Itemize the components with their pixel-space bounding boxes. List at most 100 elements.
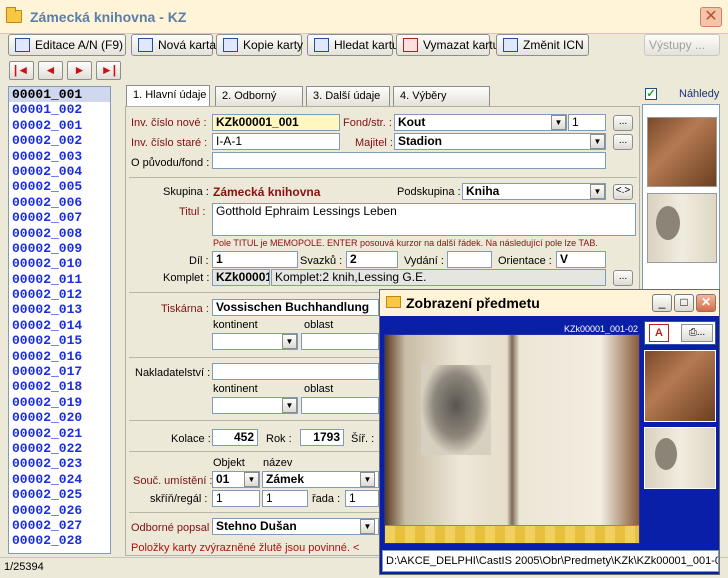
inv-new-field[interactable]: KZk00001_001 bbox=[212, 114, 340, 131]
owner-browse-button[interactable]: ... bbox=[613, 134, 633, 150]
year-field[interactable]: 1793 bbox=[300, 429, 344, 446]
copy-card-button[interactable]: Kopie karty bbox=[216, 34, 303, 56]
fond-dropdown[interactable]: ▼ bbox=[551, 115, 566, 130]
shelf2-field[interactable]: 1 bbox=[262, 490, 308, 507]
list-item[interactable]: 00002_019 bbox=[9, 395, 110, 410]
close-button[interactable]: ✕ bbox=[700, 7, 722, 27]
tab-other[interactable]: 3. Další údaje bbox=[306, 86, 390, 106]
origin-field[interactable] bbox=[212, 152, 606, 169]
minimize-button[interactable]: _ bbox=[652, 294, 672, 312]
delete-card-button[interactable]: Vymazat kartu bbox=[396, 34, 499, 56]
printer-continent-dropdown[interactable]: ▼ bbox=[282, 334, 297, 349]
first-record-button[interactable]: |◄ bbox=[9, 61, 34, 80]
subgroup-dropdown[interactable]: ▼ bbox=[590, 184, 605, 199]
tab-main[interactable]: 1. Hlavní údaje bbox=[126, 85, 210, 107]
publisher-continent-dropdown[interactable]: ▼ bbox=[282, 398, 297, 413]
publisher-region-field[interactable] bbox=[301, 397, 379, 414]
edit-icon bbox=[15, 38, 30, 52]
popup-thumbnail-image[interactable] bbox=[644, 427, 716, 489]
change-icn-button[interactable]: Změnit ICN bbox=[496, 34, 589, 56]
find-card-button[interactable]: Hledat kartu bbox=[307, 34, 399, 56]
list-item[interactable]: 00002_009 bbox=[9, 241, 110, 256]
object-dropdown[interactable]: ▼ bbox=[244, 472, 259, 487]
fond-field[interactable]: Kout bbox=[394, 114, 567, 131]
subgroup-switch-button[interactable]: <.> bbox=[613, 184, 633, 200]
fond-browse-button[interactable]: ... bbox=[613, 115, 633, 131]
window-title: Zámecká knihovna - KZ bbox=[30, 9, 187, 25]
subgroup-field[interactable]: Kniha bbox=[462, 183, 606, 200]
record-list[interactable]: 00001_001 00001_002 00002_001 00002_002 0000… bbox=[8, 86, 111, 554]
set-desc-field: Komplet:2 knih,Lessing G.E. bbox=[271, 269, 606, 286]
maximize-button[interactable]: □ bbox=[674, 294, 694, 312]
printer-label: Tiskárna : bbox=[161, 303, 209, 315]
part-field[interactable]: 1 bbox=[212, 251, 298, 268]
fond-str-field[interactable]: 1 bbox=[568, 114, 606, 131]
list-item[interactable]: 00002_004 bbox=[9, 164, 110, 179]
edit-button[interactable]: Editace A/N (F9) bbox=[8, 34, 126, 56]
list-item[interactable]: 00002_026 bbox=[9, 503, 110, 518]
list-item[interactable]: 00002_008 bbox=[9, 226, 110, 241]
list-item[interactable]: 00002_022 bbox=[9, 441, 110, 456]
list-item[interactable]: 00002_020 bbox=[9, 410, 110, 425]
shelf-field[interactable]: 1 bbox=[212, 490, 260, 507]
list-item[interactable]: 00002_024 bbox=[9, 472, 110, 487]
list-item[interactable]: 00002_025 bbox=[9, 487, 110, 502]
list-item[interactable]: 00002_016 bbox=[9, 349, 110, 364]
printer-field[interactable]: Vossischen Buchhandlung bbox=[212, 299, 379, 316]
close-popup-button[interactable]: ✕ bbox=[696, 294, 716, 312]
edition-field[interactable] bbox=[447, 251, 492, 268]
orient-field[interactable]: V bbox=[556, 251, 606, 268]
last-record-button[interactable]: ►| bbox=[96, 61, 121, 80]
printer-region-field[interactable] bbox=[301, 333, 379, 350]
set-label: Komplet : bbox=[163, 272, 210, 284]
print-button[interactable]: ⎙... bbox=[681, 324, 713, 342]
inv-old-field[interactable]: I-A-1 bbox=[212, 133, 340, 150]
separator bbox=[129, 512, 379, 513]
thumbnail-image[interactable] bbox=[647, 193, 717, 263]
thumbnail-image[interactable] bbox=[647, 117, 717, 187]
object-viewer-window[interactable]: Zobrazení předmetu _ □ ✕ KZk00001_001-02… bbox=[379, 289, 720, 575]
list-item[interactable]: 00002_023 bbox=[9, 456, 110, 471]
list-item[interactable]: 00002_011 bbox=[9, 272, 110, 287]
list-item[interactable]: 00002_012 bbox=[9, 287, 110, 302]
list-item[interactable]: 00002_003 bbox=[9, 149, 110, 164]
popup-thumbnail-image[interactable] bbox=[644, 350, 716, 422]
list-item[interactable]: 00002_015 bbox=[9, 333, 110, 348]
list-item[interactable]: 00002_028 bbox=[9, 533, 110, 548]
prev-record-button[interactable]: ◄ bbox=[38, 61, 63, 80]
previews-checkbox[interactable]: ✓ bbox=[645, 88, 657, 100]
title-field[interactable]: Gotthold Ephraim Lessings Leben bbox=[212, 203, 636, 236]
previews-label: Náhledy bbox=[679, 88, 720, 100]
list-item[interactable]: 00002_014 bbox=[9, 318, 110, 333]
list-item[interactable]: 00002_002 bbox=[9, 133, 110, 148]
pdf-icon[interactable]: A bbox=[649, 324, 669, 342]
next-record-button[interactable]: ► bbox=[67, 61, 92, 80]
list-item[interactable]: 00001_001 bbox=[9, 87, 110, 103]
list-item[interactable]: 00002_027 bbox=[9, 518, 110, 533]
row-field[interactable]: 1 bbox=[345, 490, 379, 507]
list-item[interactable]: 00002_017 bbox=[9, 364, 110, 379]
set-browse-button[interactable]: ... bbox=[613, 270, 633, 286]
list-item[interactable]: 00002_007 bbox=[9, 210, 110, 225]
list-item[interactable]: 00002_001 bbox=[9, 118, 110, 133]
list-item[interactable]: 00002_013 bbox=[9, 302, 110, 317]
collation-field[interactable]: 452 bbox=[212, 429, 258, 446]
expert-dropdown[interactable]: ▼ bbox=[360, 519, 375, 534]
tab-expert[interactable]: 2. Odborný popis bbox=[215, 86, 303, 121]
object-name-dropdown[interactable]: ▼ bbox=[360, 472, 375, 487]
shelf-label: skříň/regál : bbox=[150, 493, 208, 505]
tab-selections[interactable]: 4. Výběry bbox=[393, 86, 490, 106]
expert-field[interactable]: Stehno Dušan bbox=[212, 518, 379, 535]
list-item[interactable]: 00002_006 bbox=[9, 195, 110, 210]
volumes-field[interactable]: 2 bbox=[346, 251, 398, 268]
list-item[interactable]: 00002_018 bbox=[9, 379, 110, 394]
owner-field[interactable]: Stadion bbox=[394, 133, 606, 150]
list-item[interactable]: 00001_002 bbox=[9, 102, 110, 117]
list-item[interactable]: 00002_021 bbox=[9, 426, 110, 441]
list-item[interactable]: 00002_010 bbox=[9, 256, 110, 271]
list-item[interactable]: 00002_005 bbox=[9, 179, 110, 194]
new-card-button[interactable]: Nová karta bbox=[131, 34, 216, 56]
owner-dropdown[interactable]: ▼ bbox=[590, 134, 605, 149]
outputs-button[interactable]: Výstupy ... bbox=[644, 34, 720, 56]
publisher-field[interactable] bbox=[212, 363, 379, 380]
